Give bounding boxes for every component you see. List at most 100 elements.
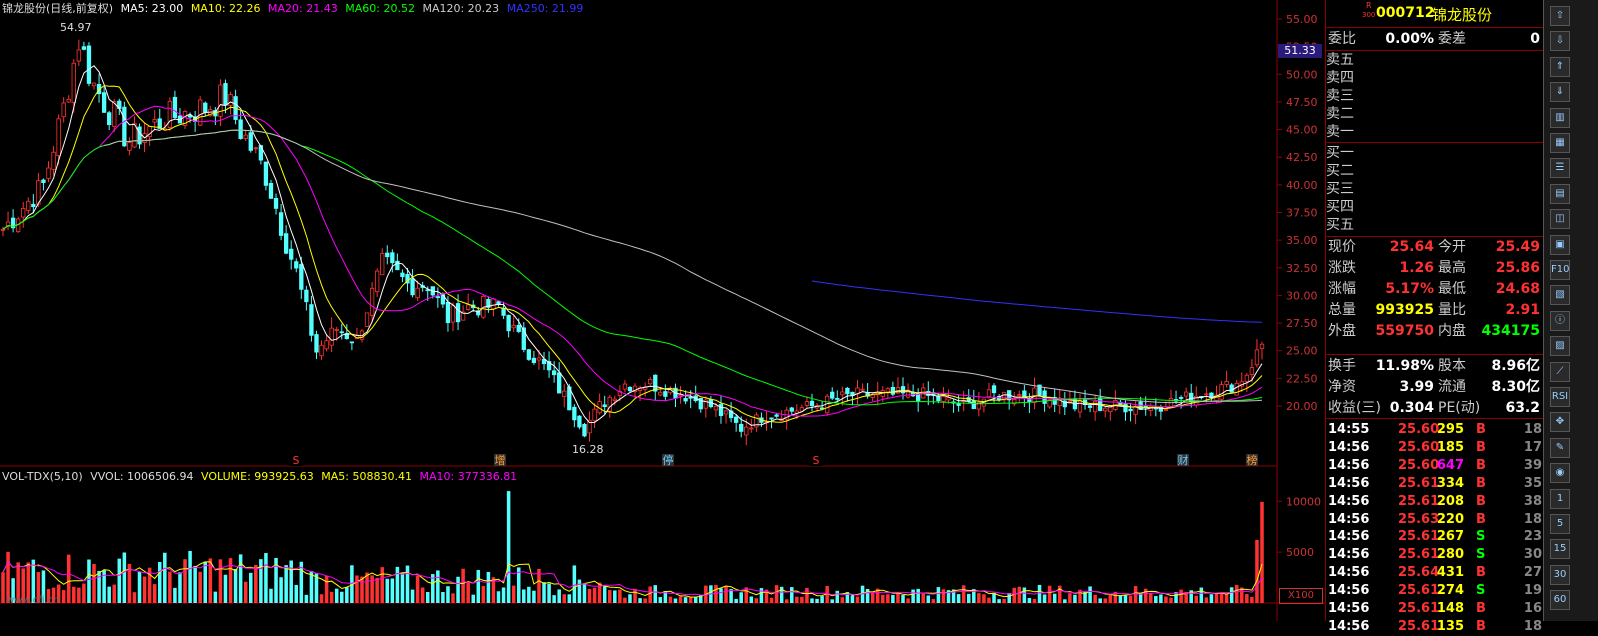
volume-unit: X100 [1279,588,1323,604]
volume-bar [562,594,567,603]
number-30-icon[interactable]: 30 [1550,564,1570,585]
volume-bar [587,588,592,603]
arrow-up-icon[interactable]: ⇧ [1550,6,1570,26]
table-icon[interactable]: ▦ [1550,133,1570,153]
price-axis-label: 32.50 [1286,262,1318,275]
move-icon[interactable]: ✥ [1550,412,1570,433]
candle [248,132,253,151]
stat-label: 流通 [1438,379,1466,395]
layers-icon[interactable]: ◫ [1550,209,1570,230]
candle [278,212,284,236]
volume-bar [112,584,116,603]
trade-volume: 334 [1436,475,1464,491]
number-5-icon[interactable]: 5 [1550,514,1570,534]
volume-bar [754,598,759,603]
number-1-icon[interactable]: 1 [1550,488,1570,509]
volume-bar [739,592,743,603]
sell-level-label: 卖二 [1326,106,1354,122]
candle [971,400,976,410]
arrow-down-icon[interactable]: ⇩ [1550,31,1570,52]
arrow-down-double-icon[interactable]: ⇓ [1550,82,1570,103]
trade-side: S [1476,583,1486,599]
volume-bar [577,579,582,603]
kline-chart-area[interactable]: 55.0052.5050.0047.5045.0042.5040.0037.50… [0,0,1325,621]
volume-bar [77,587,81,603]
candle [956,402,961,406]
volume-bar [1149,593,1153,603]
volume-bar [254,564,258,603]
candle [86,45,92,84]
trade-time: 14:56 [1328,439,1370,455]
volume-bar [395,566,400,603]
volume-bar [1002,598,1006,603]
buy-level-label: 买五 [1326,217,1354,233]
trade-time: 14:56 [1328,547,1370,563]
candle [1254,349,1260,366]
f10-icon[interactable]: F10 [1550,260,1570,280]
trade-price: 25.61 [1398,529,1440,545]
arrow-up-double-icon[interactable]: ⇑ [1550,56,1570,77]
coin-icon[interactable]: ◉ [1550,463,1570,484]
candle [845,387,850,395]
volume-bar [1037,584,1042,603]
grid-icon[interactable]: ▤ [1550,183,1570,204]
low-annotation: 16.28 [572,443,604,456]
number-15-icon[interactable]: 15 [1550,539,1570,560]
stats-icon[interactable]: ▨ [1550,336,1570,357]
watermark: www.cfi.cn [6,595,60,606]
candle [466,304,471,310]
volume-bar [769,597,774,603]
kline-chart-svg[interactable]: 55.0052.5050.0047.5045.0042.5040.0037.50… [0,0,1325,621]
candle [713,405,719,411]
candle [283,233,289,254]
stat-value: 11.98% [1375,358,1434,374]
trade-side: B [1476,493,1486,509]
volume-bar [157,561,162,603]
volume-bar [1093,594,1097,603]
ma250-line [811,280,1263,323]
candle [1234,382,1239,396]
candle [1219,384,1224,400]
volume-bar [355,575,359,603]
stat-row: 收益(三) 0.304 PE(动) 63.2 [1326,398,1544,419]
trade-count: 27 [1523,565,1542,581]
trade-volume: 647 [1436,457,1464,473]
volume-bar [1118,595,1123,603]
candle [172,96,178,118]
rsi-icon[interactable]: RSI [1550,387,1570,407]
stat-value: 24.68 [1495,281,1540,297]
trade-time: 14:56 [1328,493,1370,509]
trade-row: 14:56 25.60 647 B 39 [1326,457,1544,475]
volume-bar [886,594,890,603]
trend-icon[interactable]: ⟋ [1550,361,1570,382]
volume-bar [456,576,460,603]
candle [557,372,562,394]
volume-bar [1224,593,1229,603]
stat-row: 换手 11.98% 股本 8.96亿 [1326,356,1544,377]
volume-bar [486,571,491,603]
candle [1087,405,1093,408]
trade-price: 25.61 [1398,583,1440,599]
candle [723,410,729,415]
kline-icon[interactable]: ▥ [1550,107,1570,128]
chart-icon[interactable]: ▣ [1550,234,1570,255]
number-60-icon[interactable]: 60 [1550,590,1570,611]
trade-side: B [1476,439,1486,455]
pen-icon[interactable]: ✎ [1550,437,1570,458]
volume-bar [66,554,71,603]
report-icon[interactable]: ▧ [1550,285,1570,306]
weibi-label: 委比 [1328,31,1356,47]
candle [41,179,46,183]
high-annotation: 54.97 [60,21,92,34]
volume-bar [107,586,111,603]
candle [304,289,309,303]
stat-label: 涨跌 [1328,260,1356,276]
r-badge: R [1366,1,1372,10]
volume-bar [805,587,809,603]
trade-volume: 220 [1436,511,1464,527]
volume-bar [865,588,870,603]
list-icon[interactable]: ☰ [1550,158,1570,179]
candle [76,49,82,62]
info-icon[interactable]: ⓘ [1550,310,1570,331]
stat-value: 993925 [1375,302,1434,318]
